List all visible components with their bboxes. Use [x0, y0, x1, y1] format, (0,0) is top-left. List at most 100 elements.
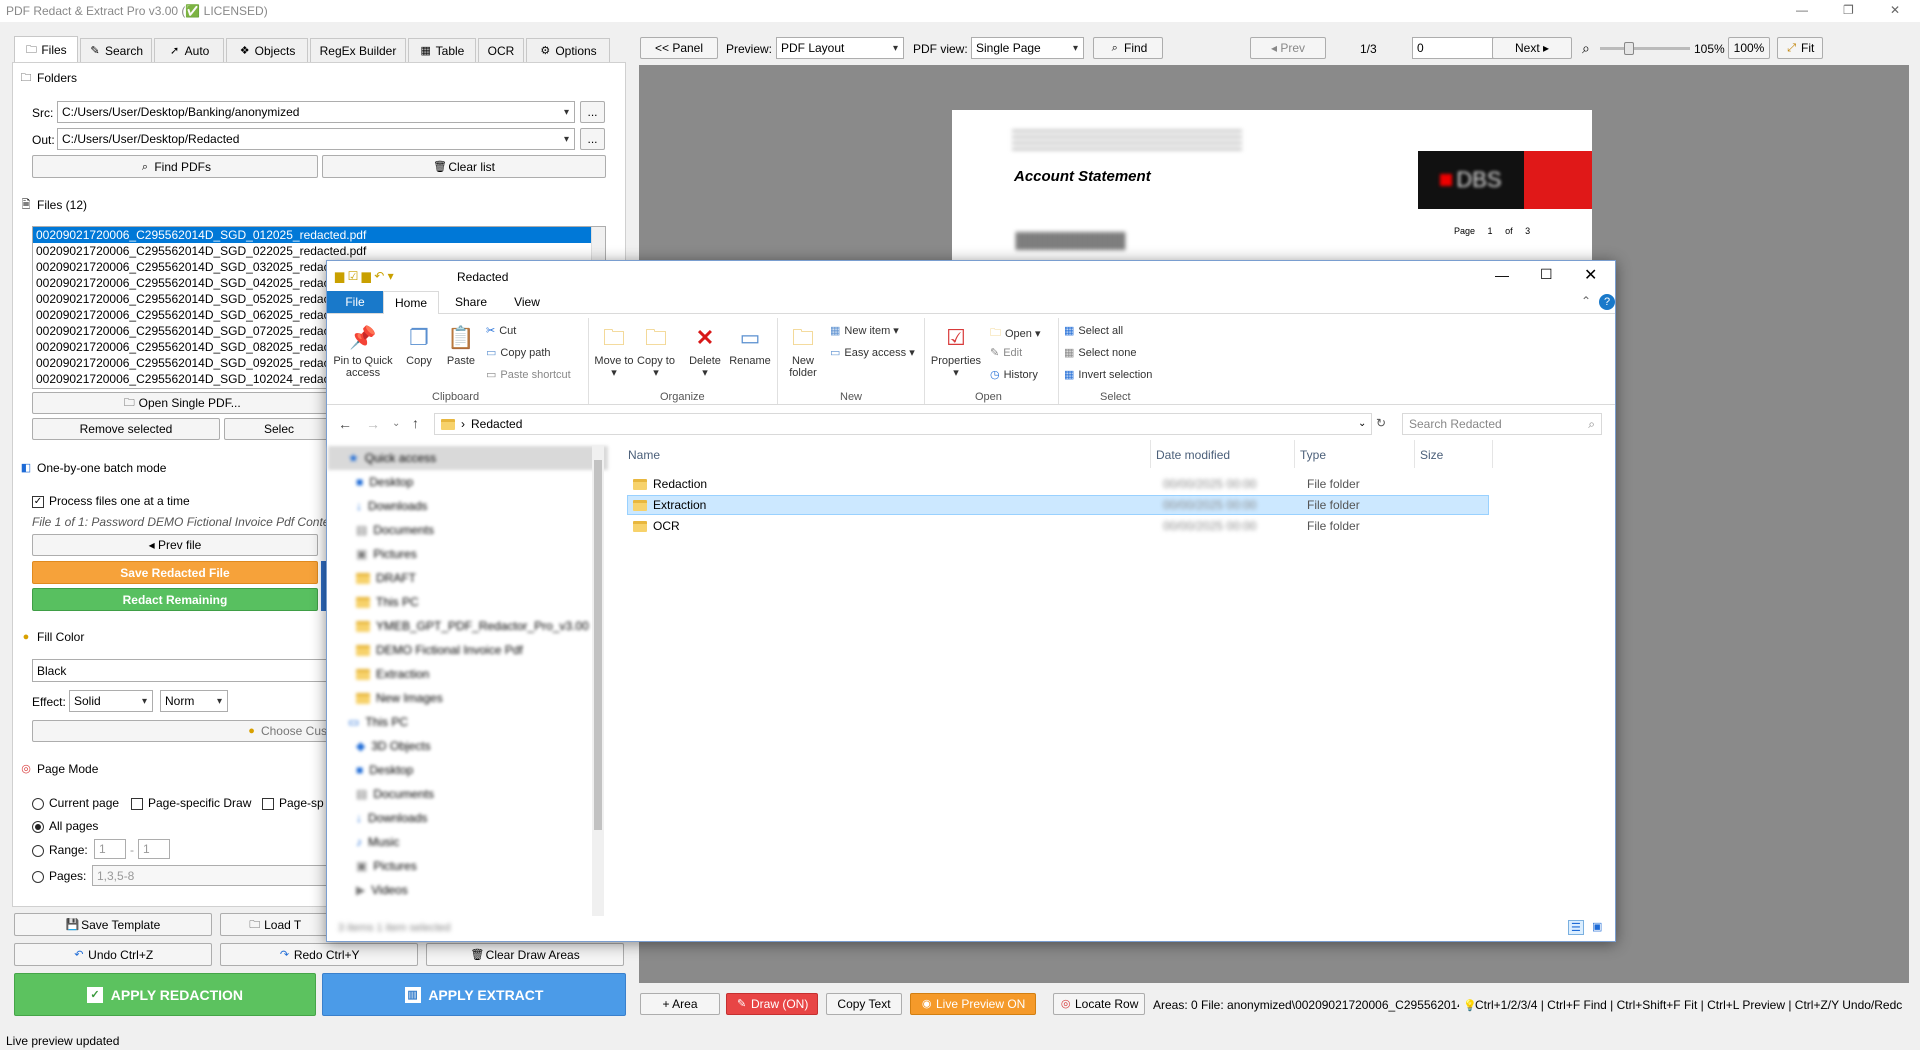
col-date[interactable]: Date modified	[1156, 448, 1230, 462]
nav-item[interactable]: ▣ Pictures	[328, 854, 608, 878]
redo-button[interactable]: ↷ Redo Ctrl+Y	[220, 943, 418, 966]
refresh-icon[interactable]: ↻	[1376, 416, 1386, 430]
explorer-close[interactable]: ✕	[1584, 265, 1597, 285]
back-icon[interactable]: ←	[338, 416, 352, 432]
effect-select[interactable]: Solid	[69, 690, 153, 712]
ribbon-tab-view[interactable]: View	[499, 291, 555, 313]
clear-list-button[interactable]: 🗑 Clear list	[322, 155, 606, 178]
ribbon-collapse-icon[interactable]: ⌃	[1581, 294, 1591, 308]
nav-item[interactable]: ▤ Documents	[328, 782, 608, 806]
ribbon-tab-home[interactable]: Home	[383, 291, 439, 314]
zoom-slider[interactable]	[1600, 42, 1690, 55]
tab-search[interactable]: ✎ Search	[80, 38, 152, 62]
area-button[interactable]: + Area	[640, 993, 720, 1015]
nav-item[interactable]: ★ Quick access	[328, 446, 608, 470]
explorer-maximize[interactable]: ☐	[1540, 266, 1553, 283]
open-single-pdf-button[interactable]: 🗀 Open Single PDF...	[32, 392, 332, 414]
page-sp-checkbox[interactable]: Page-sp	[262, 796, 324, 810]
table-row[interactable]: OCR 00/00/2025 00:00 File folder	[630, 516, 1490, 536]
tab-auto[interactable]: ➚ Auto	[154, 38, 224, 62]
minimize-button[interactable]: —	[1796, 3, 1808, 17]
zoom-100-button[interactable]: 100%	[1728, 37, 1770, 59]
tab-table[interactable]: ▦ Table	[408, 38, 476, 62]
new-item-button[interactable]: ▦ New item ▾	[830, 324, 899, 337]
range-from-input[interactable]: 1	[94, 839, 126, 859]
forward-icon[interactable]: →	[366, 416, 380, 432]
list-item[interactable]: 00209021720006_C295562014D_SGD_012025_re…	[33, 227, 605, 243]
maximize-button[interactable]: ❐	[1843, 3, 1854, 17]
nav-scrollbar[interactable]	[592, 446, 604, 916]
live-preview-button[interactable]: ◉ Live Preview ON	[910, 993, 1036, 1015]
nav-item[interactable]: ▶ Videos	[328, 878, 608, 902]
table-row[interactable]: Extraction 00/00/2025 00:00 File folder	[627, 495, 1489, 515]
history-button[interactable]: ◷ History	[990, 368, 1038, 382]
col-size[interactable]: Size	[1420, 448, 1443, 462]
panel-toggle-button[interactable]: << Panel	[640, 37, 718, 59]
address-bar[interactable]: › Redacted	[434, 413, 1372, 435]
details-view-icon[interactable]: ☰	[1568, 920, 1584, 935]
select-none-button[interactable]: ▦ Select none	[1064, 346, 1137, 360]
choose-custom-button[interactable]: ● Choose Cus	[32, 720, 328, 742]
explorer-minimize[interactable]: —	[1495, 267, 1509, 283]
find-pdfs-button[interactable]: ⌕ Find PDFs	[32, 155, 318, 178]
move-to-button[interactable]: 🗀 Move to ▾	[594, 324, 634, 380]
remove-selected-button[interactable]: Remove selected	[32, 418, 220, 440]
copy-path-button[interactable]: ▭ Copy path	[486, 346, 551, 360]
pages-input[interactable]: 1,3,5-8	[92, 865, 328, 886]
page-specific-draw-checkbox[interactable]: Page-specific Draw	[131, 796, 251, 810]
cut-button[interactable]: ✂ Cut	[486, 324, 516, 338]
new-folder-button[interactable]: 🗀 New folder	[782, 324, 824, 380]
nav-item[interactable]: ↓ Downloads	[328, 494, 608, 518]
prev-file-button[interactable]: ◂ Prev file	[32, 534, 318, 556]
copy-text-button[interactable]: Copy Text	[826, 993, 902, 1015]
nav-pane[interactable]: ★ Quick access ■ Desktop ↓ Downloads ▤ Docum…	[328, 446, 608, 920]
redact-remaining-button[interactable]: Redact Remaining	[32, 588, 318, 611]
help-icon[interactable]: ?	[1599, 294, 1615, 310]
address-dropdown-icon[interactable]: ⌄	[1358, 418, 1366, 429]
ribbon-tab-share[interactable]: Share	[443, 291, 499, 313]
nav-item[interactable]: ■ Desktop	[328, 758, 608, 782]
load-template-button[interactable]: 🗀 Load T	[220, 913, 330, 936]
draw-toggle-button[interactable]: ✎ Draw (ON)	[726, 993, 818, 1015]
rename-button[interactable]: ▭ Rename	[727, 324, 773, 368]
tiles-view-icon[interactable]: ▣	[1592, 920, 1602, 933]
table-row[interactable]: Redaction 00/00/2025 00:00 File folder	[630, 474, 1490, 494]
out-input[interactable]: C:/Users/User/Desktop/Redacted	[57, 128, 575, 150]
select-all-button[interactable]: ▦ Select all	[1064, 324, 1123, 338]
tab-regex-builder[interactable]: RegEx Builder	[310, 38, 406, 62]
delete-button[interactable]: ✕ Delete ▾	[685, 324, 725, 380]
list-item[interactable]: 00209021720006_C295562014D_SGD_022025_re…	[33, 243, 605, 259]
nav-item[interactable]: DEMO Fictional Invoice Pdf	[328, 638, 608, 662]
nav-item[interactable]: ◆ 3D Objects	[328, 734, 608, 758]
recent-icon[interactable]: ⌄	[392, 418, 400, 429]
paste-button[interactable]: 📋 Paste	[442, 324, 480, 368]
pdf-view-select[interactable]: Single Page	[971, 37, 1084, 59]
nav-item[interactable]: ▭ This PC	[328, 710, 608, 734]
fit-button[interactable]: ⤢ Fit	[1777, 37, 1823, 59]
current-page-radio[interactable]: Current page	[32, 796, 119, 810]
invert-selection-button[interactable]: ▦ Invert selection	[1064, 368, 1152, 382]
next-page-button[interactable]: Next ▸	[1492, 37, 1572, 59]
col-type[interactable]: Type	[1300, 448, 1326, 462]
up-icon[interactable]: ↑	[412, 415, 419, 431]
tab-options[interactable]: ⚙ Options	[526, 38, 610, 62]
pages-radio[interactable]: Pages:	[32, 869, 86, 883]
properties-button[interactable]: ☑ Properties ▾	[928, 324, 984, 380]
nav-item[interactable]: New Images	[328, 686, 608, 710]
zoom-slider-thumb[interactable]	[1624, 42, 1634, 55]
fill-color-select[interactable]: Black	[32, 659, 328, 682]
prev-page-button[interactable]: ◂ Prev	[1250, 37, 1326, 59]
open-button[interactable]: 🗀 Open ▾	[990, 324, 1041, 343]
out-browse-button[interactable]: ...	[580, 128, 605, 150]
locate-row-button[interactable]: ◎ Locate Row	[1053, 993, 1145, 1015]
clear-draw-button[interactable]: 🗑 Clear Draw Areas	[426, 943, 624, 966]
range-radio[interactable]: Range:	[32, 843, 88, 857]
search-box[interactable]: Search Redacted ⌕	[1402, 413, 1602, 435]
pin-quick-access-button[interactable]: 📌 Pin to Quick access	[330, 324, 396, 380]
save-template-button[interactable]: 💾 Save Template	[14, 913, 212, 936]
copy-to-button[interactable]: 🗀 Copy to ▾	[636, 324, 676, 380]
nav-item[interactable]: DRAFT	[328, 566, 608, 590]
save-redacted-button[interactable]: Save Redacted File	[32, 561, 318, 584]
copy-button[interactable]: ❐ Copy	[400, 324, 438, 368]
nav-item[interactable]: ▣ Pictures	[328, 542, 608, 566]
